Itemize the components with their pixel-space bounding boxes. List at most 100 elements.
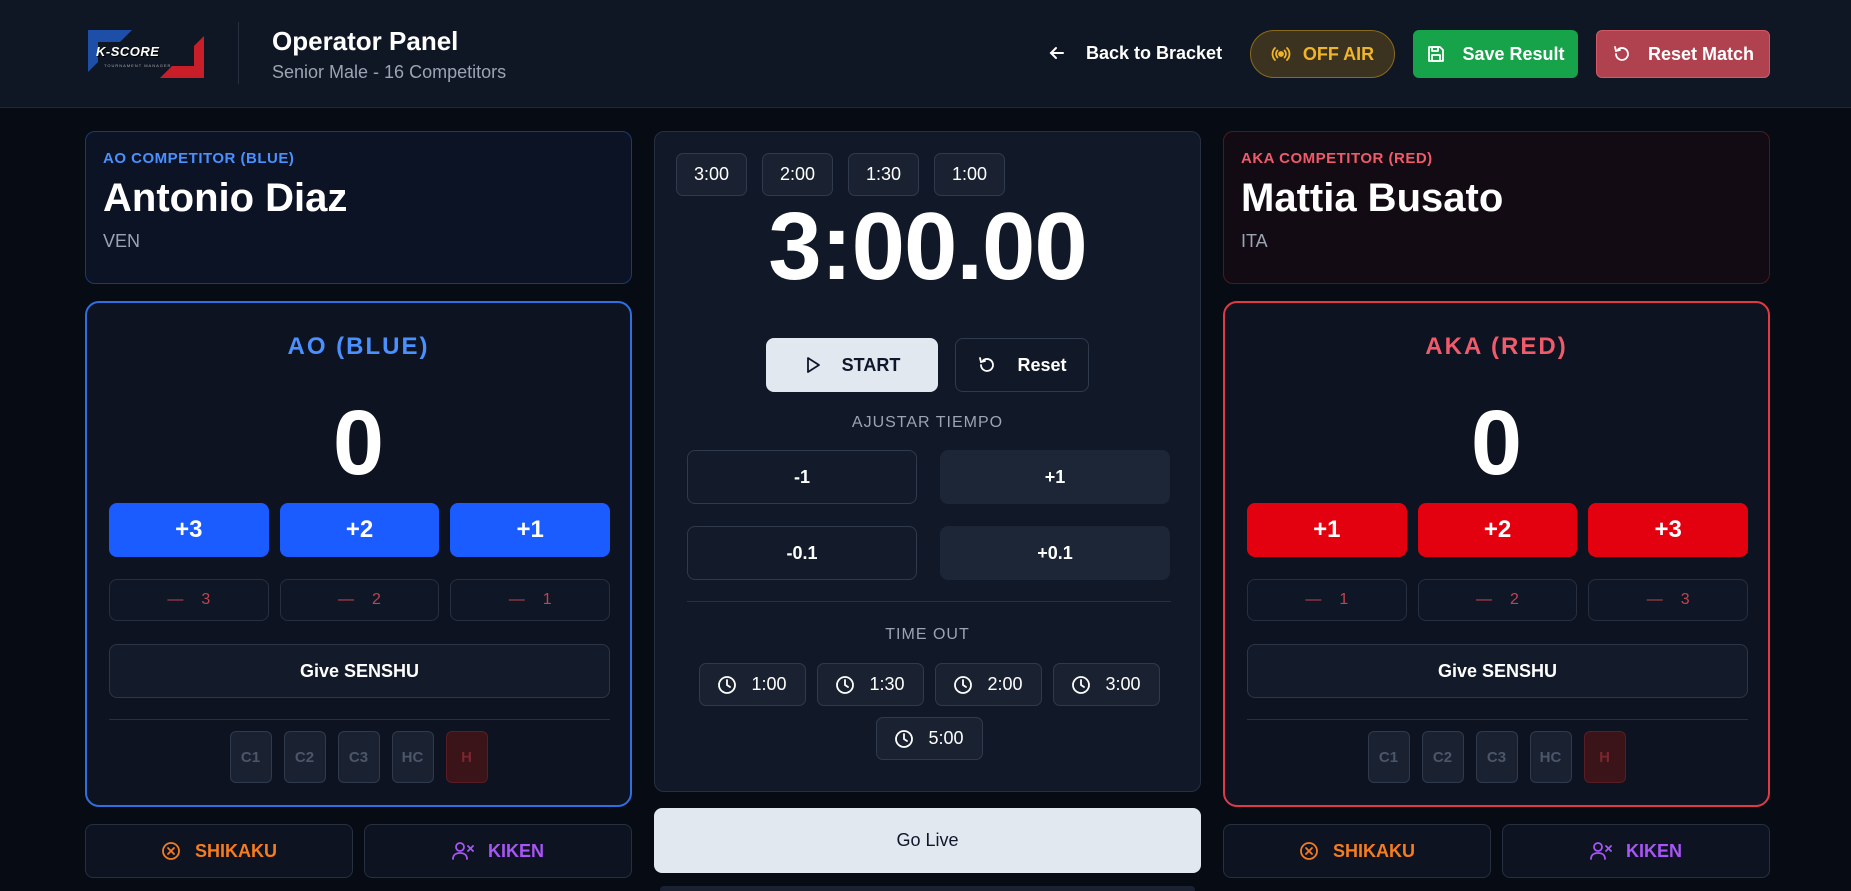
ao-add-2-button[interactable]: +2 (279, 503, 440, 557)
back-to-bracket-button[interactable]: Back to Bracket (1048, 38, 1222, 68)
k-score-logo: K-SCORE TOURNAMENT MANAGER (88, 28, 204, 80)
clock-icon (1071, 675, 1091, 695)
timeout-2-00-button[interactable]: 2:00 (934, 663, 1042, 706)
timeout-1-00-button[interactable]: 1:00 (698, 663, 806, 706)
aka-penalty-c1[interactable]: C1 (1367, 731, 1410, 783)
aka-add-2-button[interactable]: +2 (1417, 503, 1578, 557)
start-button[interactable]: START (766, 338, 938, 392)
aka-penalty-c2[interactable]: C2 (1421, 731, 1464, 783)
arrow-left-icon (1048, 44, 1066, 62)
clock-icon (835, 675, 855, 695)
preset-2-00-button[interactable]: 2:00 (762, 153, 833, 196)
aka-subtract-2-button[interactable]: —2 (1417, 579, 1578, 621)
timeout-label: 5:00 (928, 728, 964, 748)
timeout-label: 1:00 (751, 674, 787, 694)
aka-competitor-name: Mattia Busato (1241, 176, 1504, 220)
preset-1-00-button[interactable]: 1:00 (934, 153, 1005, 196)
timeout-3-00-button[interactable]: 3:00 (1052, 663, 1160, 706)
aka-kiken-button[interactable]: KIKEN (1502, 824, 1770, 878)
aka-add-1-button[interactable]: +1 (1247, 503, 1407, 557)
preset-3-00-button[interactable]: 3:00 (676, 153, 747, 196)
clock-icon (894, 729, 914, 749)
start-label: START (841, 354, 901, 375)
ao-penalty-hc[interactable]: HC (391, 731, 434, 783)
ao-add-3-button[interactable]: +3 (109, 503, 269, 557)
timeout-1-30-button[interactable]: 1:30 (816, 663, 924, 706)
ao-subtract-2-button[interactable]: —2 (279, 579, 440, 621)
play-icon (804, 356, 822, 374)
shikaku-label: SHIKAKU (1332, 840, 1415, 861)
shikaku-label: SHIKAKU (194, 840, 277, 861)
go-live-button[interactable]: Go Live (654, 808, 1201, 873)
time-out-label: TIME OUT (885, 626, 970, 643)
adjust-plus-0-1-button[interactable]: +0.1 (940, 526, 1170, 580)
ao-competitor-label: AO COMPETITOR (BLUE) (103, 150, 295, 167)
rotate-ccw-icon (1612, 44, 1632, 64)
reset-match-button[interactable]: Reset Match (1596, 30, 1770, 78)
aka-add-3-button[interactable]: +3 (1588, 503, 1749, 557)
aka-shikaku-button[interactable]: SHIKAKU (1223, 824, 1491, 878)
minus-value: 2 (1510, 591, 1519, 608)
ao-add-1-button[interactable]: +1 (450, 503, 611, 557)
aka-subtract-points-row: —1 —2 —3 (1247, 579, 1749, 621)
off-air-toggle[interactable]: OFF AIR (1250, 30, 1395, 78)
x-circle-icon (161, 841, 181, 861)
ao-subtract-3-button[interactable]: —3 (109, 579, 269, 621)
ao-add-points-row: +3 +2 +1 (109, 503, 611, 557)
aka-competitor-country: ITA (1241, 231, 1268, 251)
timer-reset-button[interactable]: Reset (955, 338, 1089, 392)
save-result-button[interactable]: Save Result (1413, 30, 1578, 78)
ao-competitor-country: VEN (103, 231, 141, 251)
clock-icon (717, 675, 737, 695)
ao-subtract-1-button[interactable]: —1 (450, 579, 611, 621)
page-title: Operator Panel (272, 26, 459, 56)
timer-panel: 3:00 2:00 1:30 1:00 3:00.00 START Reset … (654, 131, 1201, 792)
next-panel-edge (660, 886, 1195, 891)
save-label: Save Result (1462, 43, 1565, 64)
minus-icon: — (167, 591, 184, 608)
header-divider (238, 22, 239, 84)
aka-subtract-1-button[interactable]: —1 (1247, 579, 1407, 621)
timer-controls: START Reset (655, 338, 1200, 392)
ao-give-senshu-button[interactable]: Give SENSHU (109, 644, 610, 698)
ao-penalty-row: C1 C2 C3 HC H (87, 731, 630, 783)
adjust-minus-0-1-button[interactable]: -0.1 (687, 526, 917, 580)
adjust-minus-1-button[interactable]: -1 (687, 450, 917, 504)
aka-penalty-hc[interactable]: HC (1529, 731, 1572, 783)
adjust-time-label: AJUSTAR TIEMPO (851, 414, 1004, 431)
minus-value: 1 (542, 591, 552, 608)
aka-score: 0 (1470, 392, 1523, 494)
minus-value: 2 (372, 591, 381, 608)
x-circle-icon (1299, 841, 1319, 861)
ao-kiken-button[interactable]: KIKEN (364, 824, 632, 878)
adjust-plus-1-button[interactable]: +1 (940, 450, 1170, 504)
ao-penalty-c3[interactable]: C3 (337, 731, 380, 783)
preset-1-30-button[interactable]: 1:30 (848, 153, 919, 196)
ao-shikaku-button[interactable]: SHIKAKU (85, 824, 353, 878)
ao-competitor-name: Antonio Diaz (103, 176, 348, 220)
ao-penalty-c1[interactable]: C1 (229, 731, 272, 783)
reset-match-label: Reset Match (1647, 43, 1755, 64)
broadcast-icon (1271, 44, 1291, 64)
aka-subtract-3-button[interactable]: —3 (1588, 579, 1749, 621)
minus-icon: — (1646, 591, 1663, 608)
aka-penalty-c3[interactable]: C3 (1475, 731, 1518, 783)
top-header: K-SCORE TOURNAMENT MANAGER Operator Pane… (0, 0, 1851, 108)
rotate-ccw-icon (977, 355, 997, 375)
aka-give-senshu-button[interactable]: Give SENSHU (1247, 644, 1748, 698)
ao-score: 0 (332, 392, 385, 494)
minus-value: 3 (201, 591, 211, 608)
aka-penalty-h[interactable]: H (1583, 731, 1626, 783)
aka-side-title: AKA (RED) (1425, 333, 1568, 360)
ao-competitor-card: AO COMPETITOR (BLUE) Antonio Diaz VEN (85, 131, 632, 284)
timeout-5-00-button[interactable]: 5:00 (875, 717, 983, 760)
kiken-label: KIKEN (487, 840, 544, 861)
clock-icon (953, 675, 973, 695)
ao-score-panel: AO (BLUE) 0 +3 +2 +1 —3 —2 —1 Give SENSH… (85, 301, 632, 807)
minus-icon: — (338, 591, 355, 608)
kiken-label: KIKEN (1625, 840, 1682, 861)
page-subtitle: Senior Male - 16 Competitors (272, 62, 507, 82)
ao-penalty-c2[interactable]: C2 (283, 731, 326, 783)
ao-penalty-h[interactable]: H (445, 731, 488, 783)
timeout-label: 2:00 (987, 674, 1023, 694)
